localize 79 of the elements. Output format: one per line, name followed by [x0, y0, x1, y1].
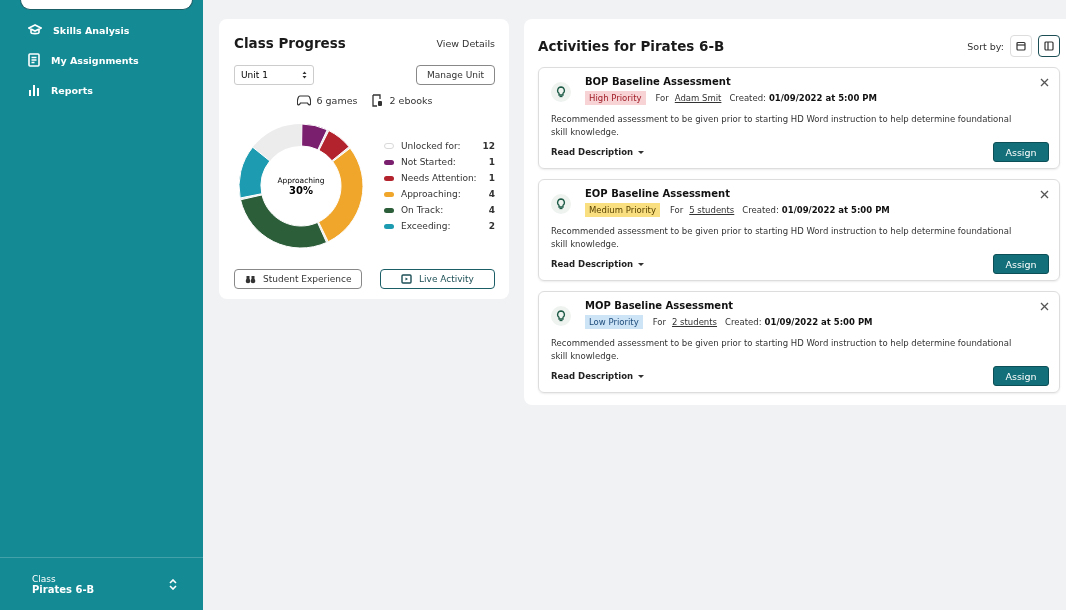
sort-by-date-button[interactable]	[1010, 35, 1032, 57]
for-label: For	[669, 205, 684, 215]
sort-label: Sort by:	[967, 40, 1004, 52]
nav-item[interactable]: Skills Analysis	[28, 24, 203, 36]
unit-dropdown[interactable]: Unit 1	[234, 65, 314, 85]
activity-description: Recommended assessment to be given prior to starting HD Word instruction to help determine foundational skill knowledge.	[551, 337, 1013, 363]
priority-badge: High Priority	[585, 91, 646, 105]
legend-count: 1	[488, 173, 495, 183]
bar-chart-icon	[28, 84, 40, 96]
caret-icon	[638, 262, 645, 266]
calendar-icon	[1016, 41, 1026, 51]
card-title: Activities for Pirates 6-B	[538, 38, 725, 54]
panel-icon	[1044, 41, 1054, 51]
binoculars-icon	[245, 274, 256, 284]
created-date: 01/09/2022 at 5:00 PM	[768, 93, 877, 103]
read-description-toggle[interactable]: Read Description	[551, 259, 645, 269]
assignee-link[interactable]: 2 students	[672, 317, 718, 327]
manage-unit-button[interactable]: Manage Unit	[416, 65, 495, 85]
assignee-link[interactable]: 5 students	[689, 205, 735, 215]
lightbulb-icon	[551, 82, 571, 102]
graduation-cap-icon	[28, 24, 42, 36]
games-count: 6 games	[316, 95, 358, 106]
legend-count: 12	[482, 141, 495, 151]
live-activity-button[interactable]: Live Activity	[380, 269, 495, 289]
assign-button[interactable]: Assign	[993, 142, 1049, 162]
legend-label: Needs Attention:	[401, 173, 478, 183]
lightbulb-icon	[551, 194, 571, 214]
card-title: Class Progress	[234, 35, 346, 51]
caret-icon	[638, 150, 645, 154]
legend-label: Exceeding:	[401, 221, 452, 231]
up-down-chevron-icon	[169, 578, 177, 590]
sort-by-panel-button[interactable]	[1038, 35, 1060, 57]
assignee-link[interactable]: Adam Smit	[674, 93, 722, 103]
for-label: For	[655, 93, 669, 103]
class-selector[interactable]: Class Pirates 6-B	[0, 557, 203, 610]
close-button[interactable]	[1040, 78, 1049, 87]
legend-count: 1	[488, 157, 495, 167]
sort-arrows-icon	[302, 71, 307, 79]
close-icon	[1040, 190, 1049, 199]
close-button[interactable]	[1040, 302, 1049, 311]
donut-center-value: 30%	[289, 185, 313, 196]
student-experience-button[interactable]: Student Experience	[234, 269, 363, 289]
close-icon	[1040, 78, 1049, 87]
caret-icon	[638, 374, 645, 378]
lightbulb-icon	[551, 306, 571, 326]
ebooks-count: 2 ebooks	[389, 95, 433, 106]
view-details-link[interactable]: View Details	[436, 37, 495, 49]
nav-item[interactable]: Reports	[28, 84, 203, 96]
document-icon	[28, 53, 40, 67]
created-date: 01/09/2022 at 5:00 PM	[781, 205, 890, 215]
legend-count: 2	[488, 221, 495, 231]
assign-button[interactable]: Assign	[993, 254, 1049, 274]
assign-button[interactable]: Assign	[993, 366, 1049, 386]
priority-badge: Low Priority	[585, 315, 643, 329]
for-label: For	[652, 317, 666, 327]
nav-item[interactable]: My Assignments	[28, 53, 203, 67]
created-label: Created:	[725, 317, 762, 327]
legend-label: Approaching:	[401, 189, 462, 199]
created-label: Created:	[742, 205, 779, 215]
priority-badge: Medium Priority	[585, 203, 660, 217]
legend-count: 4	[488, 205, 495, 215]
activity-description: Recommended assessment to be given prior to starting HD Word instruction to help determine foundational skill knowledge.	[551, 113, 1013, 139]
close-button[interactable]	[1040, 190, 1049, 199]
legend-label: Not Started:	[401, 157, 457, 167]
activity-description: Recommended assessment to be given prior to starting HD Word instruction to help determine foundational skill knowledge.	[551, 225, 1013, 251]
activity-title: EOP Baseline Assessment	[585, 188, 731, 199]
ebook-icon	[371, 94, 384, 107]
screen-icon	[401, 273, 413, 285]
created-date: 01/09/2022 at 5:00 PM	[764, 317, 873, 327]
legend-label: On Track:	[401, 205, 445, 215]
activity-title: MOP Baseline Assessment	[585, 300, 735, 311]
close-icon	[1040, 302, 1049, 311]
legend-count: 4	[488, 189, 495, 199]
activity-title: BOP Baseline Assessment	[585, 76, 732, 87]
read-description-toggle[interactable]: Read Description	[551, 371, 645, 381]
gamepad-icon	[296, 95, 311, 106]
legend-label: Unlocked for:	[401, 141, 462, 151]
created-label: Created:	[729, 93, 766, 103]
read-description-toggle[interactable]: Read Description	[551, 147, 645, 157]
